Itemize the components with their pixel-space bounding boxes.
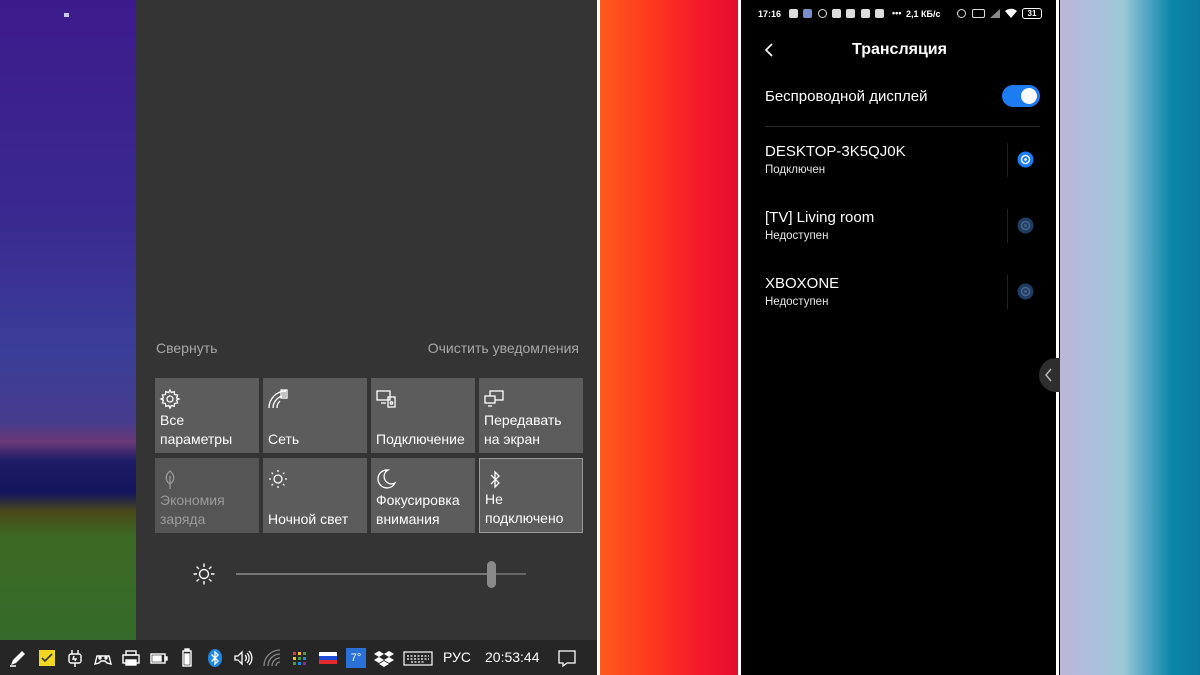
equalizer-icon[interactable]: [290, 648, 310, 668]
taskbar-clock[interactable]: 20:53:44: [485, 649, 540, 665]
phone-status-bar: 17:16 ••• 2,1 КБ/с 31: [743, 0, 1056, 28]
battery-indicator: 31: [1022, 8, 1042, 19]
device-name: XBOXONE: [765, 275, 840, 292]
device-item[interactable]: XBOXONE Недоступен: [743, 275, 1056, 325]
bluetooth-icon[interactable]: [205, 648, 225, 668]
brightness-icon: [193, 563, 215, 585]
power-plug-icon[interactable]: [65, 648, 85, 668]
tile-label: Ночной свет: [268, 511, 349, 527]
status-time: 17:16: [758, 9, 782, 19]
volume-icon[interactable]: [233, 648, 253, 668]
phone-screen: 17:16 ••• 2,1 КБ/с 31 Трансляция Беспров…: [743, 0, 1056, 675]
divider-phone-left: [738, 0, 741, 675]
action-center: Свернуть Очистить уведомления Все параме…: [136, 0, 597, 640]
section-divider: [765, 126, 1040, 127]
night-light-icon: [269, 470, 287, 488]
tile-project[interactable]: Передавать на экран: [479, 378, 583, 453]
device-settings-icon[interactable]: [1017, 151, 1034, 168]
tile-all-settings[interactable]: Все параметры: [155, 378, 259, 453]
notification-camera-icon: [875, 9, 884, 18]
device-divider: [1007, 209, 1008, 243]
russia-flag-icon[interactable]: [318, 648, 338, 668]
battery-charging-icon[interactable]: [149, 648, 169, 668]
chevron-left-icon: [1045, 368, 1052, 382]
device-divider: [1007, 275, 1008, 309]
device-status: Недоступен: [765, 296, 829, 308]
tile-label: Сеть: [268, 431, 300, 447]
project-icon: [484, 390, 504, 407]
tile-focus-assist[interactable]: Фокусировка внимания: [371, 458, 475, 533]
notification-user-icon: [846, 9, 855, 18]
vpn-icon: [972, 9, 985, 18]
device-settings-icon[interactable]: [1017, 217, 1034, 234]
dropbox-icon[interactable]: [374, 648, 394, 668]
brightness-slider-track[interactable]: [236, 573, 526, 575]
notification-image-icon: [803, 9, 812, 18]
bluetooth-icon: [490, 470, 500, 489]
device-name: [TV] Living room: [765, 209, 875, 226]
desktop-pixel: [64, 13, 69, 17]
page-title: Трансляция: [852, 41, 947, 58]
tile-label: Экономия заряда: [160, 492, 225, 527]
tile-battery-saver[interactable]: Экономия заряда: [155, 458, 259, 533]
tile-label: Все параметры: [160, 412, 233, 447]
toggle-knob: [1021, 88, 1037, 104]
printer-icon[interactable]: [121, 648, 141, 668]
moon-icon: [377, 469, 397, 489]
keyboard-icon[interactable]: [403, 648, 433, 668]
battery-icon[interactable]: [177, 648, 197, 668]
network-icon: [268, 389, 288, 409]
tile-connect[interactable]: Подключение: [371, 378, 475, 453]
alarm-icon: [957, 9, 966, 18]
device-status: Подключен: [765, 164, 826, 176]
wireless-display-label: Беспроводной дисплей: [765, 88, 928, 105]
clear-notifications-link[interactable]: Очистить уведомления: [428, 340, 579, 356]
blurred-wallpaper-right: [1060, 0, 1200, 675]
collapse-link[interactable]: Свернуть: [156, 340, 217, 356]
sticky-notes-icon[interactable]: [37, 648, 57, 668]
tile-bluetooth[interactable]: Не подключено: [479, 458, 583, 533]
device-settings-icon[interactable]: [1017, 283, 1034, 300]
gear-icon: [159, 388, 181, 410]
weather-icon[interactable]: 7°: [346, 648, 366, 668]
tile-network[interactable]: Сеть: [263, 378, 367, 453]
device-name: DESKTOP-3K5QJ0K: [765, 143, 906, 160]
device-item[interactable]: [TV] Living room Недоступен: [743, 209, 1056, 259]
tile-label: Фокусировка внимания: [376, 492, 460, 527]
wifi-icon[interactable]: [262, 648, 282, 668]
language-indicator[interactable]: РУС: [443, 649, 471, 665]
signal-icon: [990, 9, 1000, 18]
taskbar: 7° РУС 20:53:44: [0, 640, 597, 675]
tile-label: Не подключено: [485, 491, 564, 526]
tile-night-light[interactable]: Ночной свет: [263, 458, 367, 533]
device-item[interactable]: DESKTOP-3K5QJ0K Подключен: [743, 143, 1056, 193]
blurred-wallpaper-left: [600, 0, 738, 675]
wifi-icon: [1005, 8, 1017, 18]
desktop-wallpaper: [0, 0, 136, 640]
connect-icon: [376, 390, 396, 408]
battery-saver-icon: [165, 470, 175, 489]
brightness-slider-thumb[interactable]: [487, 561, 497, 588]
status-more-dots: •••: [892, 8, 902, 18]
divider-phone-right: [1056, 0, 1059, 675]
notification-circle-icon: [818, 9, 827, 18]
status-network-speed: 2,1 КБ/с: [906, 9, 941, 19]
device-divider: [1007, 143, 1008, 177]
brightness-slider-fill: [236, 573, 492, 575]
notification-icon[interactable]: [557, 648, 577, 668]
wireless-display-toggle[interactable]: [1002, 85, 1040, 107]
notification-twitch-icon: [861, 9, 870, 18]
tile-label: Подключение: [376, 431, 465, 447]
device-status: Недоступен: [765, 230, 829, 242]
tile-label: Передавать на экран: [484, 412, 562, 447]
notification-app-icon: [789, 9, 798, 18]
gamepad-icon[interactable]: [93, 648, 113, 668]
notification-vk-icon: [832, 9, 841, 18]
pen-icon[interactable]: [8, 648, 28, 668]
